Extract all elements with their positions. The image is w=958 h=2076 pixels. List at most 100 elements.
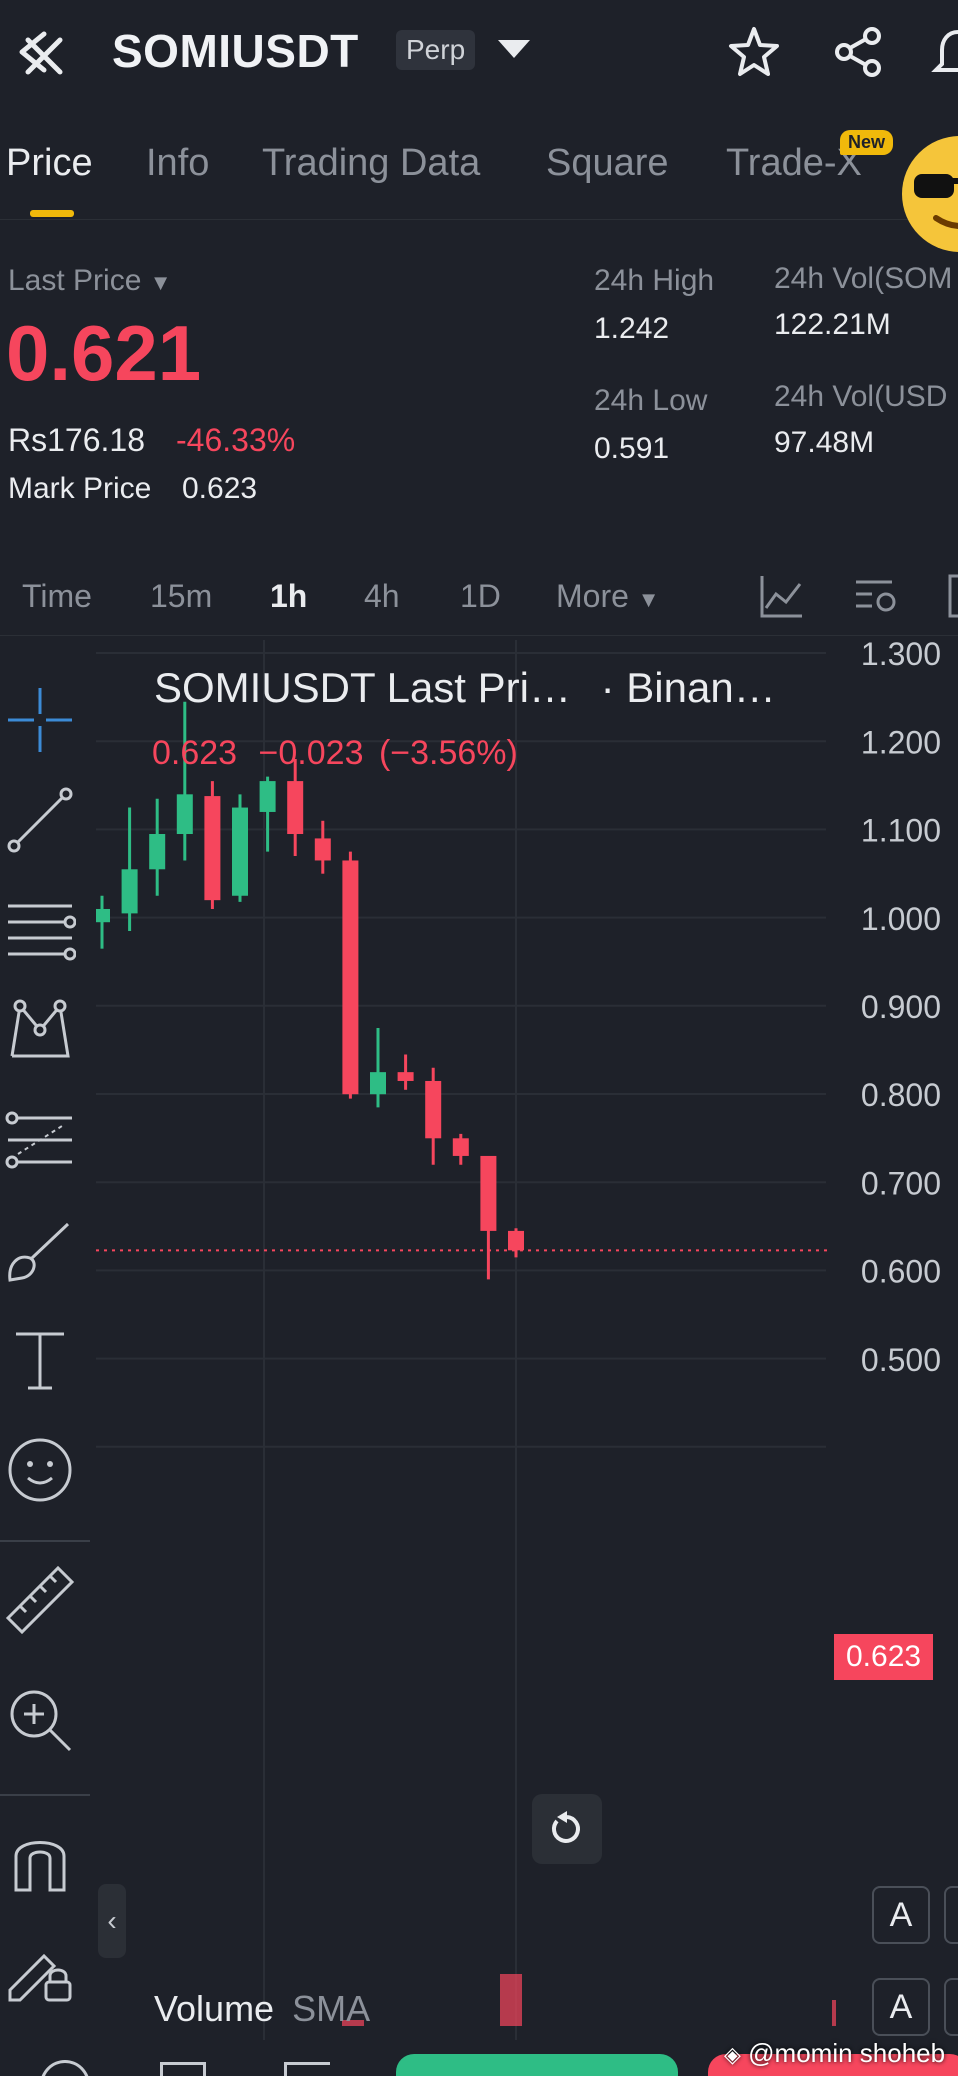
emoji-sunglasses-icon[interactable]: [900, 134, 958, 254]
tf-more-label: More: [556, 578, 629, 614]
vol-base-label: 24h Vol(SOM: [774, 262, 953, 295]
auto-scale-button-2[interactable]: A: [872, 1978, 930, 2036]
ohlc-percent: (−3.56%): [378, 734, 518, 772]
volume-bar: [832, 2000, 836, 2026]
fibonacci-icon[interactable]: [0, 1100, 80, 1180]
candle-body: [370, 1072, 386, 1095]
watermark-logo-icon: ◈: [724, 2042, 741, 2067]
candle-body: [149, 834, 166, 870]
chevron-left-icon: ‹: [107, 1905, 117, 1936]
high-value: 1.242: [594, 312, 670, 345]
candle-body: [480, 1155, 497, 1231]
tab-price[interactable]: Price: [6, 142, 93, 185]
tf-more[interactable]: More ▼: [556, 578, 660, 615]
caret-down-icon: ▼: [149, 270, 172, 295]
crosshair-icon[interactable]: [0, 680, 80, 760]
candle-body: [508, 1230, 524, 1251]
brush-icon[interactable]: [0, 1210, 80, 1290]
ohlc-price: 0.623: [152, 734, 238, 772]
indicator-chart-icon[interactable]: [758, 572, 806, 625]
vol-base-value: 122.21M: [774, 308, 891, 341]
y-axis-tick-label: 0.800: [861, 1077, 941, 1113]
volume-indicator-label: Volume SMA: [154, 1988, 370, 2030]
candle-body: [259, 781, 276, 812]
caret-down-icon: ▼: [637, 587, 660, 612]
timeframe-bar: Time 15m 1h 4h 1D More ▼: [0, 560, 958, 636]
y-axis-tick-label: 1.000: [861, 901, 941, 937]
candle-body: [121, 869, 138, 914]
candle-body: [96, 908, 110, 923]
zoom-in-icon[interactable]: [0, 1680, 80, 1760]
ruler-icon[interactable]: [0, 1560, 80, 1640]
share-icon[interactable]: [830, 24, 886, 85]
header-bar: SOMIUSDT Perp: [0, 0, 958, 110]
chart-area[interactable]: 1.4001.3001.2001.1001.0000.9000.8000.700…: [96, 640, 958, 2076]
lock-drawing-icon[interactable]: [0, 1930, 80, 2010]
tf-15m[interactable]: 15m: [150, 578, 212, 615]
y-axis-tick-label: 1.200: [861, 724, 941, 760]
symbol-dropdown-icon[interactable]: [494, 34, 534, 69]
chart-legend-title: SOMIUSDT Last Pri… · Binan…: [154, 664, 776, 712]
edge-button-partial[interactable]: [944, 1886, 958, 1944]
candlestick-chart[interactable]: 1.4001.3001.2001.1001.0000.9000.8000.700…: [96, 640, 958, 2076]
layout-icon[interactable]: [946, 572, 958, 620]
candle-body: [397, 1072, 414, 1081]
favorite-star-icon[interactable]: [726, 24, 782, 85]
auto-scale-button[interactable]: A: [872, 1886, 930, 1944]
candle-body: [342, 860, 359, 1095]
candle-body: [287, 781, 304, 835]
chart-settings-icon[interactable]: [852, 572, 900, 625]
watermark-text: @momin shoheb: [748, 2038, 946, 2068]
symbol-title[interactable]: SOMIUSDT: [112, 24, 359, 78]
text-tool-icon[interactable]: [0, 1320, 80, 1400]
change-percent: -46.33%: [176, 422, 296, 458]
volume-bar: [500, 1974, 522, 2026]
pattern-icon[interactable]: [0, 990, 80, 1070]
back-close-icon[interactable]: [8, 20, 72, 84]
y-axis-tick-label: 0.900: [861, 989, 941, 1025]
y-axis-tick-label: 0.500: [861, 1342, 941, 1378]
tf-1h[interactable]: 1h: [270, 578, 307, 615]
tf-1d[interactable]: 1D: [460, 578, 501, 615]
watermark: ◈ @momin shoheb: [724, 2038, 945, 2069]
trend-line-icon[interactable]: [0, 780, 80, 860]
toolbar-divider: [0, 1540, 90, 1542]
last-price-label-text: Last Price: [8, 264, 142, 297]
tab-info[interactable]: Info: [146, 142, 209, 185]
mark-price-value: 0.623: [182, 472, 258, 505]
edge-button-partial-2[interactable]: [944, 1978, 958, 2036]
emoji-tool-icon[interactable]: [0, 1430, 80, 1510]
candle-body: [176, 794, 193, 835]
rotate-ccw-icon: [551, 1811, 580, 1843]
tf-time[interactable]: Time: [22, 578, 92, 615]
mark-price-label: Mark Price: [8, 472, 152, 505]
high-label: 24h High: [594, 264, 715, 297]
nav-icon-partial-3[interactable]: [284, 2062, 330, 2076]
collapse-left-button[interactable]: ‹: [98, 1884, 126, 1958]
reset-view-button[interactable]: [532, 1794, 602, 1864]
tab-trading-data[interactable]: Trading Data: [262, 142, 480, 185]
chart-symbol-label: SOMIUSDT Last Pri…: [154, 664, 571, 711]
low-value: 0.591: [594, 432, 670, 465]
notification-bell-icon[interactable]: [930, 26, 958, 82]
tab-bar: Price Info Trading Data Square Trade-X N…: [0, 130, 958, 252]
y-axis-tick-label: 1.100: [861, 813, 941, 849]
price-summary: Last Price ▼ 0.621 Rs176.18 -46.33% Mark…: [0, 240, 958, 530]
tab-square[interactable]: Square: [546, 142, 669, 185]
buy-button-partial[interactable]: [396, 2054, 678, 2076]
volume-label: Volume: [154, 1988, 275, 2029]
nav-icon-partial[interactable]: [40, 2060, 90, 2076]
candle-body: [232, 807, 248, 896]
magnet-icon[interactable]: [0, 1820, 80, 1900]
last-price-label[interactable]: Last Price ▼: [8, 264, 172, 298]
vol-quote-label: 24h Vol(USD: [774, 380, 948, 413]
horizontal-lines-icon[interactable]: [0, 890, 80, 970]
toolbar-divider: [0, 1794, 90, 1796]
candle-body: [314, 838, 331, 861]
chart-exchange-label: · Binan…: [600, 664, 776, 711]
nav-icon-partial-2[interactable]: [160, 2062, 206, 2076]
drawing-toolbar: [0, 660, 92, 2076]
current-price-tag: 0.623: [834, 1634, 934, 1680]
tf-4h[interactable]: 4h: [364, 578, 400, 615]
candle-body: [425, 1080, 442, 1139]
